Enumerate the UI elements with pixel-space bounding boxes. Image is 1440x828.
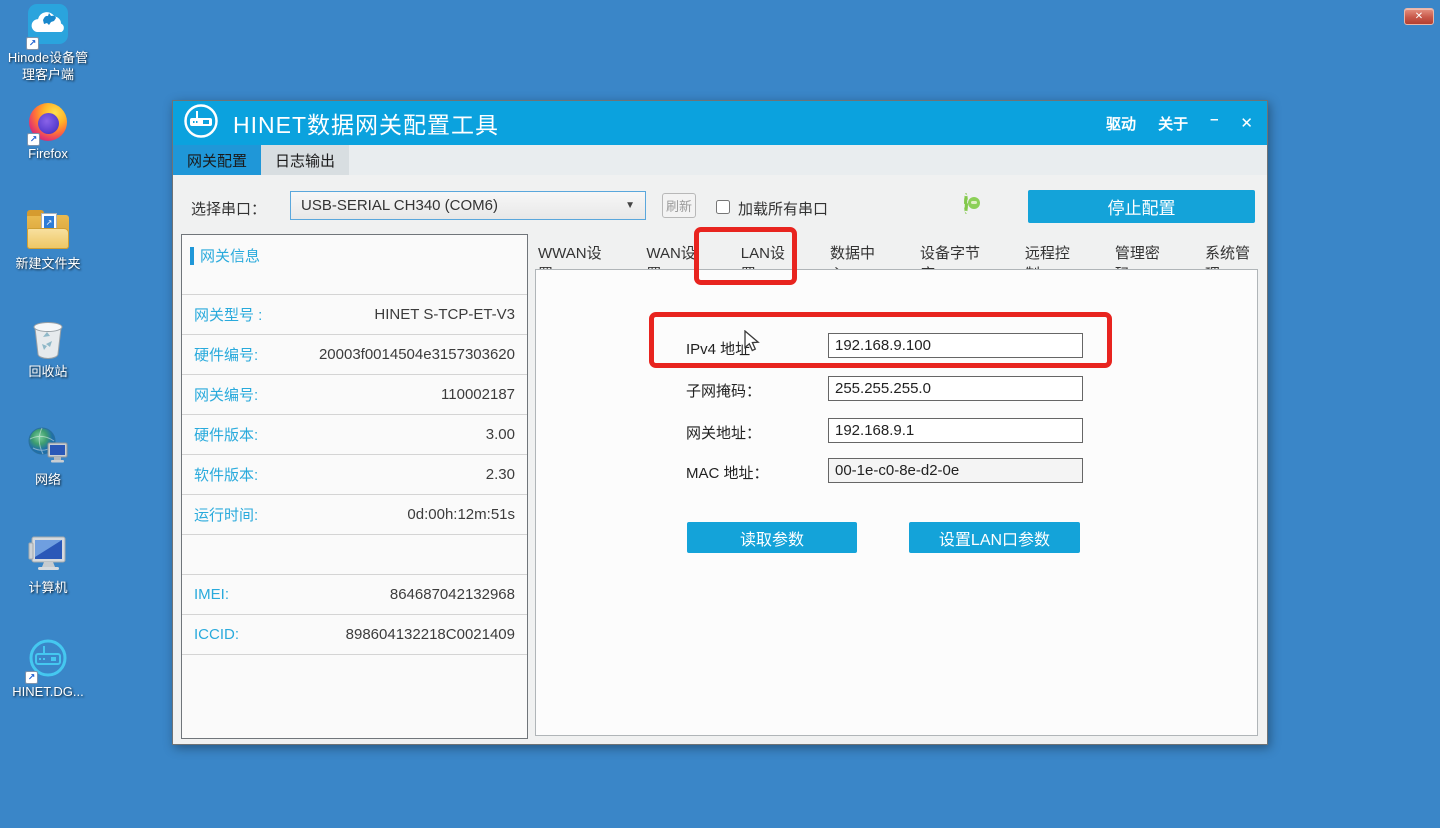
desktop-icon-label: 计算机: [28, 580, 67, 597]
desktop-icon-label: 网络: [35, 472, 61, 489]
desktop-icon-label: Hinode设备管理客户端: [4, 50, 92, 84]
info-row-sw-version: 软件版本: 2.30: [182, 455, 527, 495]
recycle-bin-icon: [30, 317, 66, 364]
ipv4-address-input[interactable]: [828, 333, 1083, 358]
info-row-uptime: 运行时间: 0d:00h:12m:51s: [182, 495, 527, 535]
info-row-hw-version: 硬件版本: 3.00: [182, 415, 527, 455]
info-row-iccid: ICCID: 898604132218C0021409: [182, 615, 527, 655]
desktop-icon-computer[interactable]: 计算机: [0, 534, 96, 597]
folder-icon: ↗: [27, 215, 69, 249]
serial-port-value: USB-SERIAL CH340 (COM6): [301, 197, 498, 214]
desktop-icon-firefox[interactable]: ↗ Firefox: [0, 100, 96, 163]
ipv4-address-label: IPv4 地址: [686, 338, 750, 359]
tab-gateway-config[interactable]: 网关配置: [173, 145, 261, 175]
shortcut-arrow-icon: ↗: [27, 133, 40, 146]
serial-port-select[interactable]: USB-SERIAL CH340 (COM6) ▼: [290, 191, 646, 220]
minimize-button[interactable]: –: [1210, 111, 1218, 128]
info-row-model: 网关型号 : HINET S-TCP-ET-V3: [182, 295, 527, 335]
titlebar: HINET数据网关配置工具 驱动 关于 – ✕: [173, 101, 1267, 145]
info-row-imei: IMEI: 864687042132968: [182, 575, 527, 615]
close-icon: ✕: [1415, 11, 1423, 22]
desktop-icon-label: Firefox: [28, 146, 68, 163]
desktop-icon-new-folder[interactable]: ↗ 新建文件夹: [0, 210, 96, 273]
info-row-gateway-id: 网关编号: 110002187: [182, 375, 527, 415]
computer-icon: [28, 535, 68, 578]
gateway-address-input[interactable]: [828, 418, 1083, 443]
header-accent-bar: [190, 247, 194, 265]
info-row-hardware-id: 硬件编号: 20003f0014504e3157303620: [182, 335, 527, 375]
stop-config-button[interactable]: 停止配置: [1028, 190, 1255, 223]
desktop-icon-label: 回收站: [28, 364, 67, 381]
gateway-info-title: 网关信息: [200, 245, 260, 266]
gateway-info-header: 网关信息: [190, 245, 260, 266]
gateway-info-rows: 网关型号 : HINET S-TCP-ET-V3 硬件编号: 20003f001…: [182, 294, 527, 655]
connection-status-icon: [964, 195, 968, 213]
shortcut-arrow-icon: ↗: [26, 37, 39, 50]
tab-log-output[interactable]: 日志输出: [261, 145, 349, 175]
read-params-button[interactable]: 读取参数: [687, 522, 857, 553]
set-lan-params-button[interactable]: 设置LAN口参数: [909, 522, 1080, 553]
desktop-icon-label: HINET.DG...: [12, 684, 84, 701]
info-row-empty: [182, 535, 527, 575]
subnet-mask-input[interactable]: [828, 376, 1083, 401]
subnet-mask-label: 子网掩码：: [686, 380, 761, 401]
mac-address-input[interactable]: [828, 458, 1083, 483]
serial-port-label: 选择串口：: [191, 198, 266, 219]
desktop-icon-hinet-dg[interactable]: ↗ HINET.DG...: [0, 638, 96, 701]
desktop-icon-network[interactable]: 网络: [0, 426, 96, 489]
desktop-icon-recycle-bin[interactable]: 回收站: [0, 318, 96, 381]
close-button[interactable]: ✕: [1240, 114, 1253, 132]
desktop-icon-hinode[interactable]: ↗ Hinode设备管理客户端: [0, 4, 96, 84]
driver-menu-button[interactable]: 驱动: [1106, 113, 1136, 134]
gateway-address-label: 网关地址：: [686, 422, 761, 443]
load-all-ports-checkbox[interactable]: [716, 200, 730, 214]
about-menu-button[interactable]: 关于: [1158, 113, 1188, 134]
overlay-close-button[interactable]: ✕: [1404, 8, 1434, 25]
network-icon: [27, 426, 69, 471]
chevron-down-icon: ▼: [625, 200, 635, 211]
main-tab-bar: 网关配置 日志输出: [173, 145, 1267, 175]
desktop-icon-label: 新建文件夹: [15, 256, 80, 273]
mac-address-label: MAC 地址：: [686, 462, 769, 483]
shortcut-arrow-icon: ↗: [25, 671, 38, 684]
window-title: HINET数据网关配置工具: [233, 106, 499, 140]
app-router-icon: [183, 103, 219, 144]
app-window: HINET数据网关配置工具 驱动 关于 – ✕ 网关配置 日志输出 选择串口： …: [172, 100, 1268, 745]
load-all-ports-label: 加载所有串口: [738, 198, 828, 219]
refresh-button[interactable]: 刷新: [662, 193, 696, 218]
gateway-info-panel: 网关信息 网关型号 : HINET S-TCP-ET-V3 硬件编号: 2000…: [181, 234, 528, 739]
